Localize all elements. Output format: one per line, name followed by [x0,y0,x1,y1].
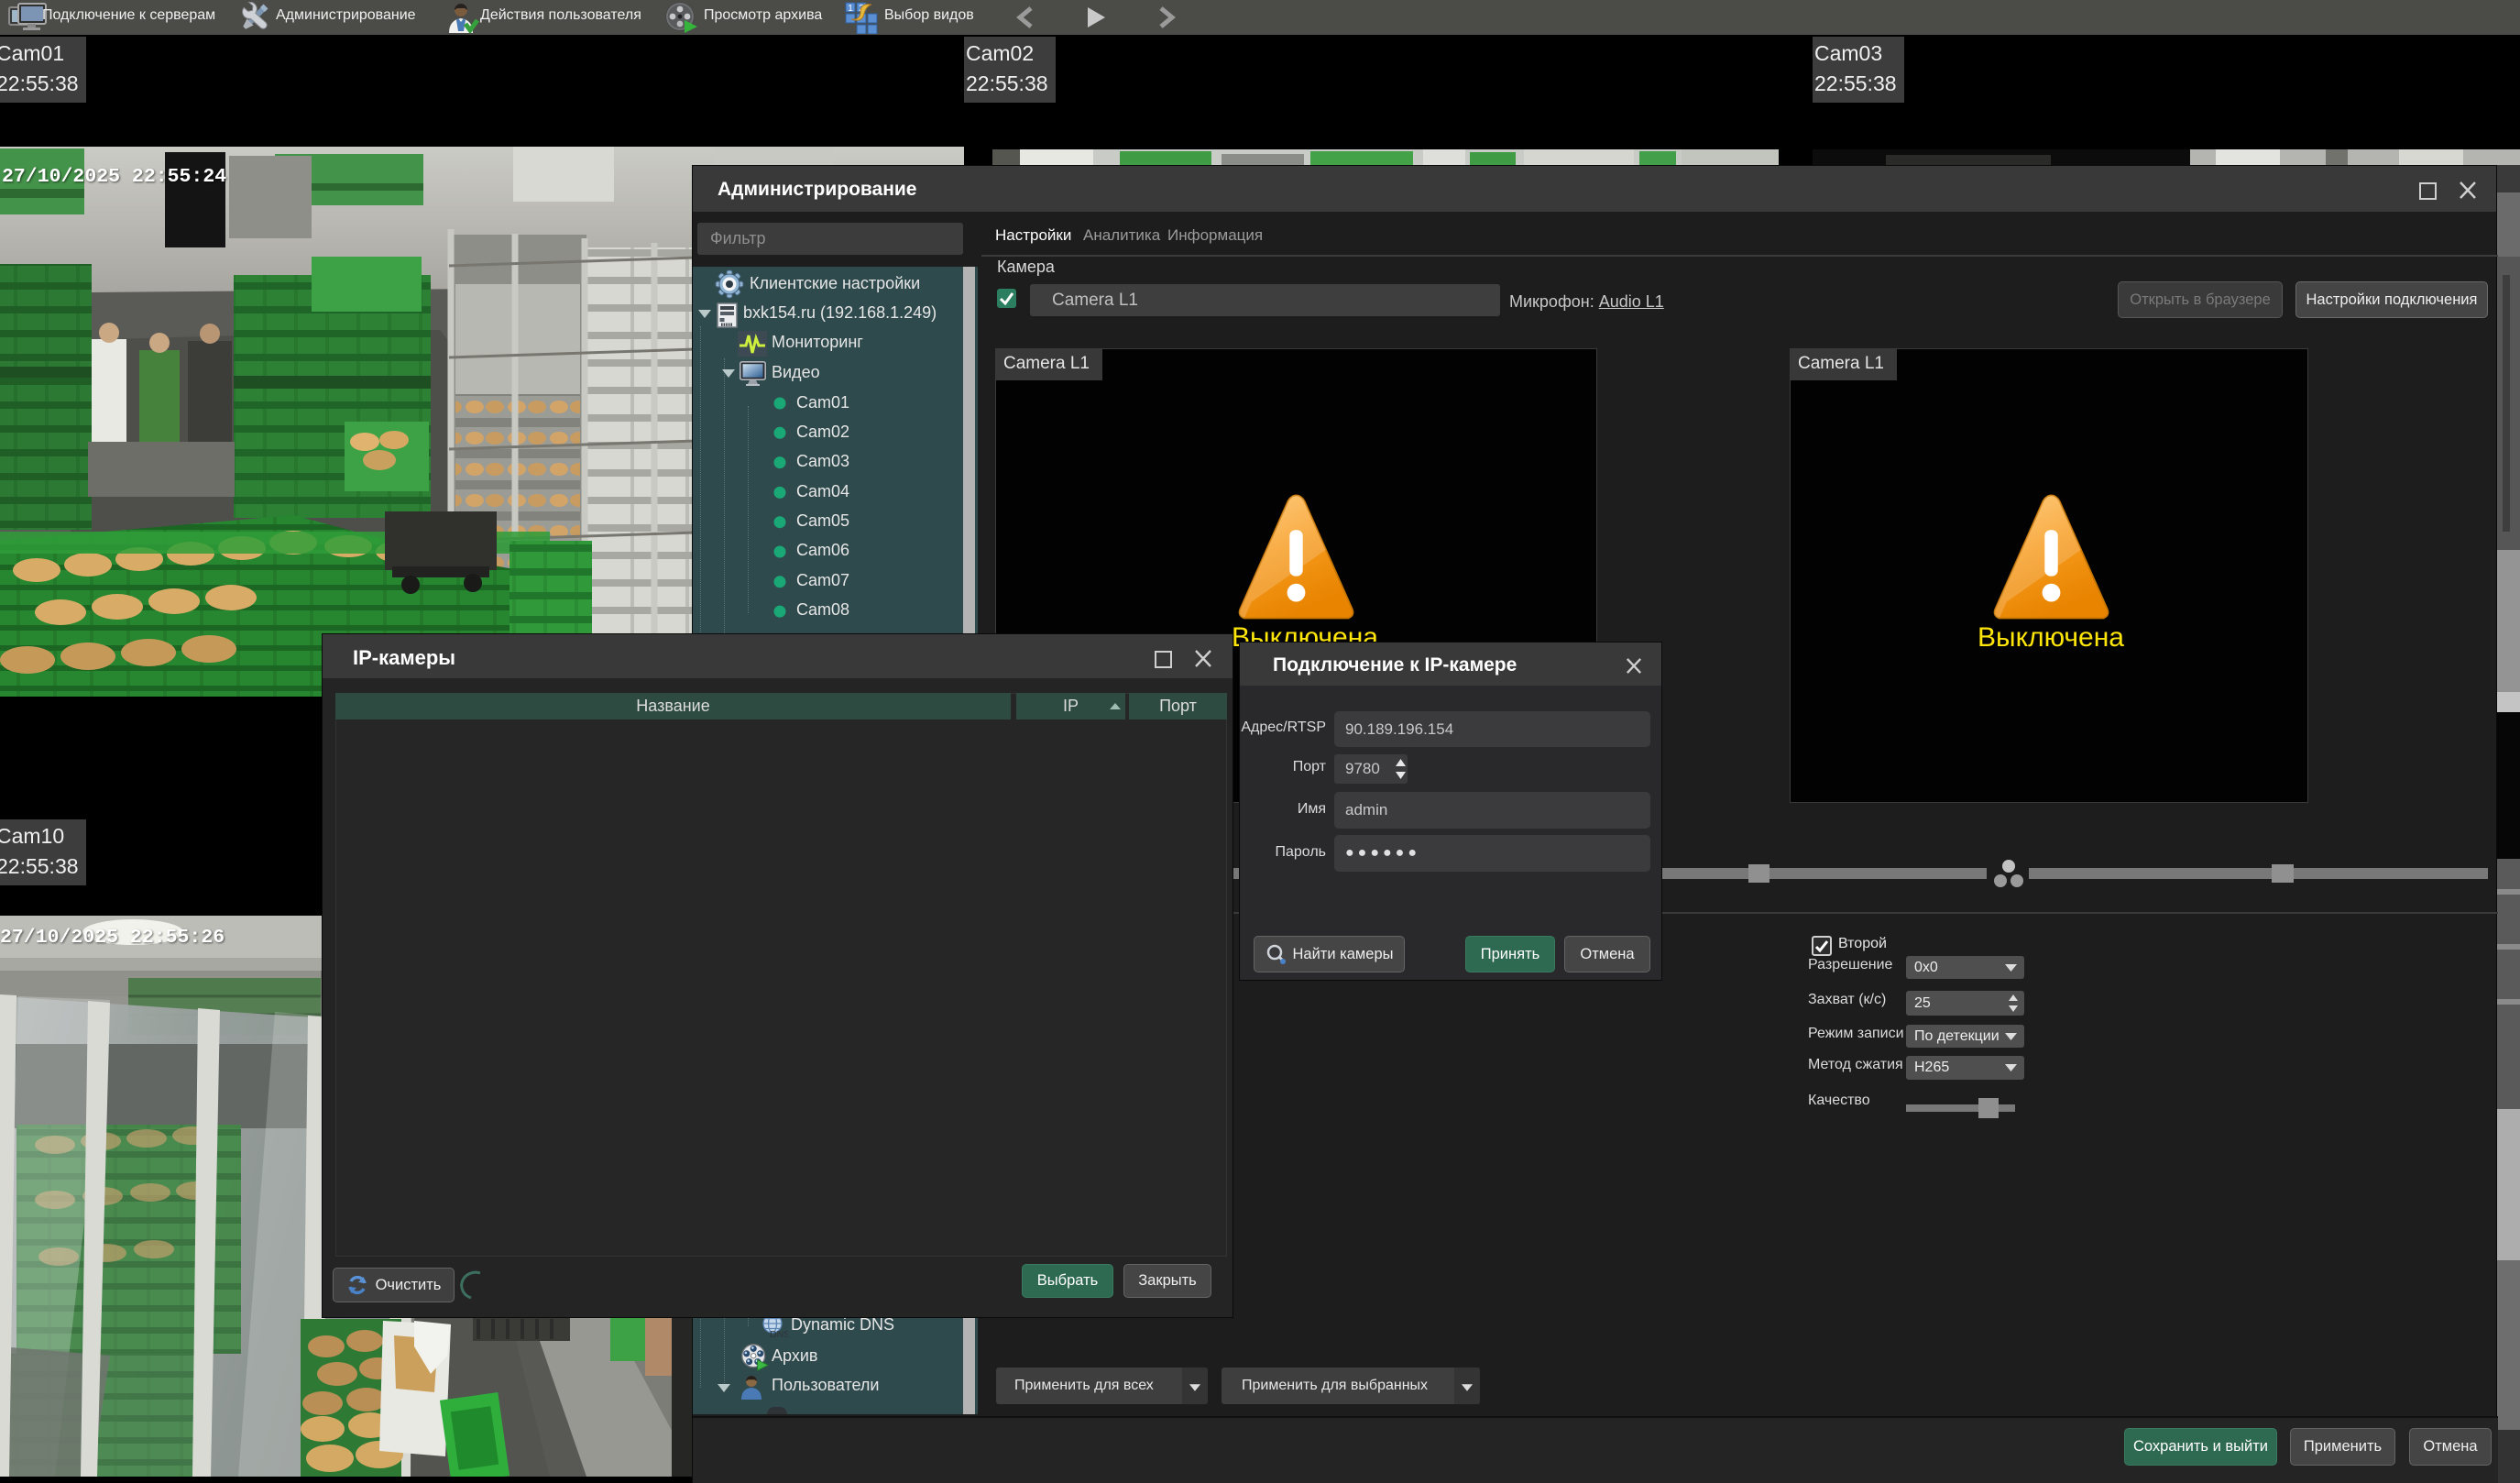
svg-text:DNS: DNS [770,1329,788,1340]
svg-text:1: 1 [848,4,853,14]
